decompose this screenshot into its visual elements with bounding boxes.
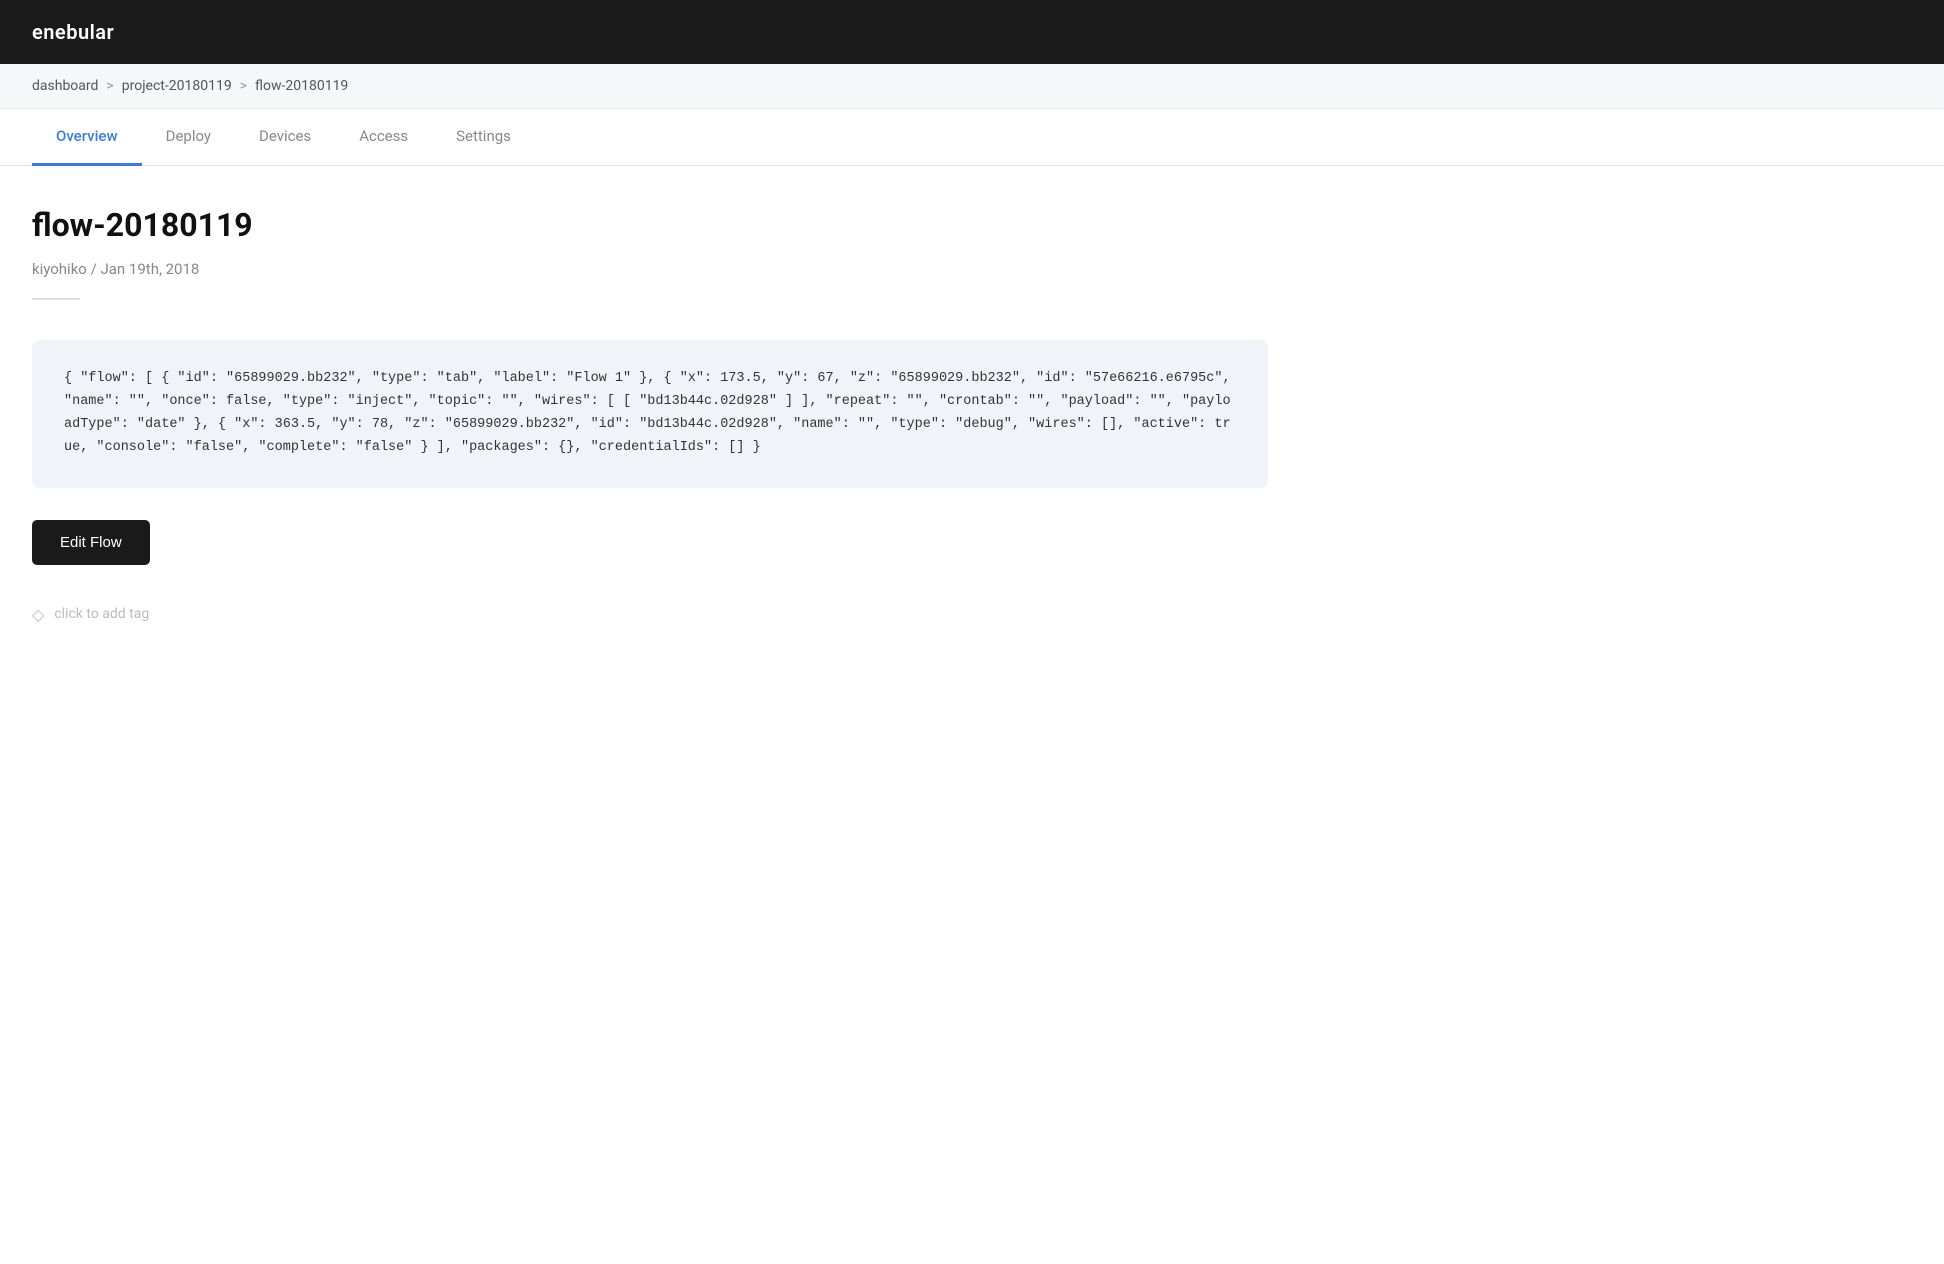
tabs-nav: Overview Deploy Devices Access Settings bbox=[0, 109, 1944, 166]
tab-access[interactable]: Access bbox=[335, 109, 432, 166]
edit-flow-button[interactable]: Edit Flow bbox=[32, 520, 150, 565]
main-content: flow-20180119 kiyohiko / Jan 19th, 2018 … bbox=[0, 166, 1300, 664]
breadcrumb-flow[interactable]: flow-20180119 bbox=[255, 78, 348, 94]
app-logo: enebular bbox=[32, 20, 114, 44]
tab-deploy[interactable]: Deploy bbox=[142, 109, 235, 166]
breadcrumb: dashboard > project-20180119 > flow-2018… bbox=[0, 64, 1944, 109]
flow-title: flow-20180119 bbox=[32, 206, 1268, 244]
tag-icon: ◇ bbox=[32, 605, 44, 624]
add-tag-row[interactable]: ◇ click to add tag bbox=[32, 605, 1268, 624]
breadcrumb-separator-2: > bbox=[240, 78, 247, 94]
tab-devices[interactable]: Devices bbox=[235, 109, 335, 166]
flow-code-block: { "flow": [ { "id": "65899029.bb232", "t… bbox=[32, 340, 1268, 488]
breadcrumb-dashboard[interactable]: dashboard bbox=[32, 78, 98, 94]
flow-meta: kiyohiko / Jan 19th, 2018 bbox=[32, 260, 1268, 278]
add-tag-label: click to add tag bbox=[54, 606, 149, 622]
tab-overview[interactable]: Overview bbox=[32, 109, 142, 166]
breadcrumb-project[interactable]: project-20180119 bbox=[122, 78, 232, 94]
breadcrumb-separator-1: > bbox=[106, 78, 113, 94]
topbar: enebular bbox=[0, 0, 1944, 64]
tab-settings[interactable]: Settings bbox=[432, 109, 535, 166]
divider bbox=[32, 298, 80, 300]
